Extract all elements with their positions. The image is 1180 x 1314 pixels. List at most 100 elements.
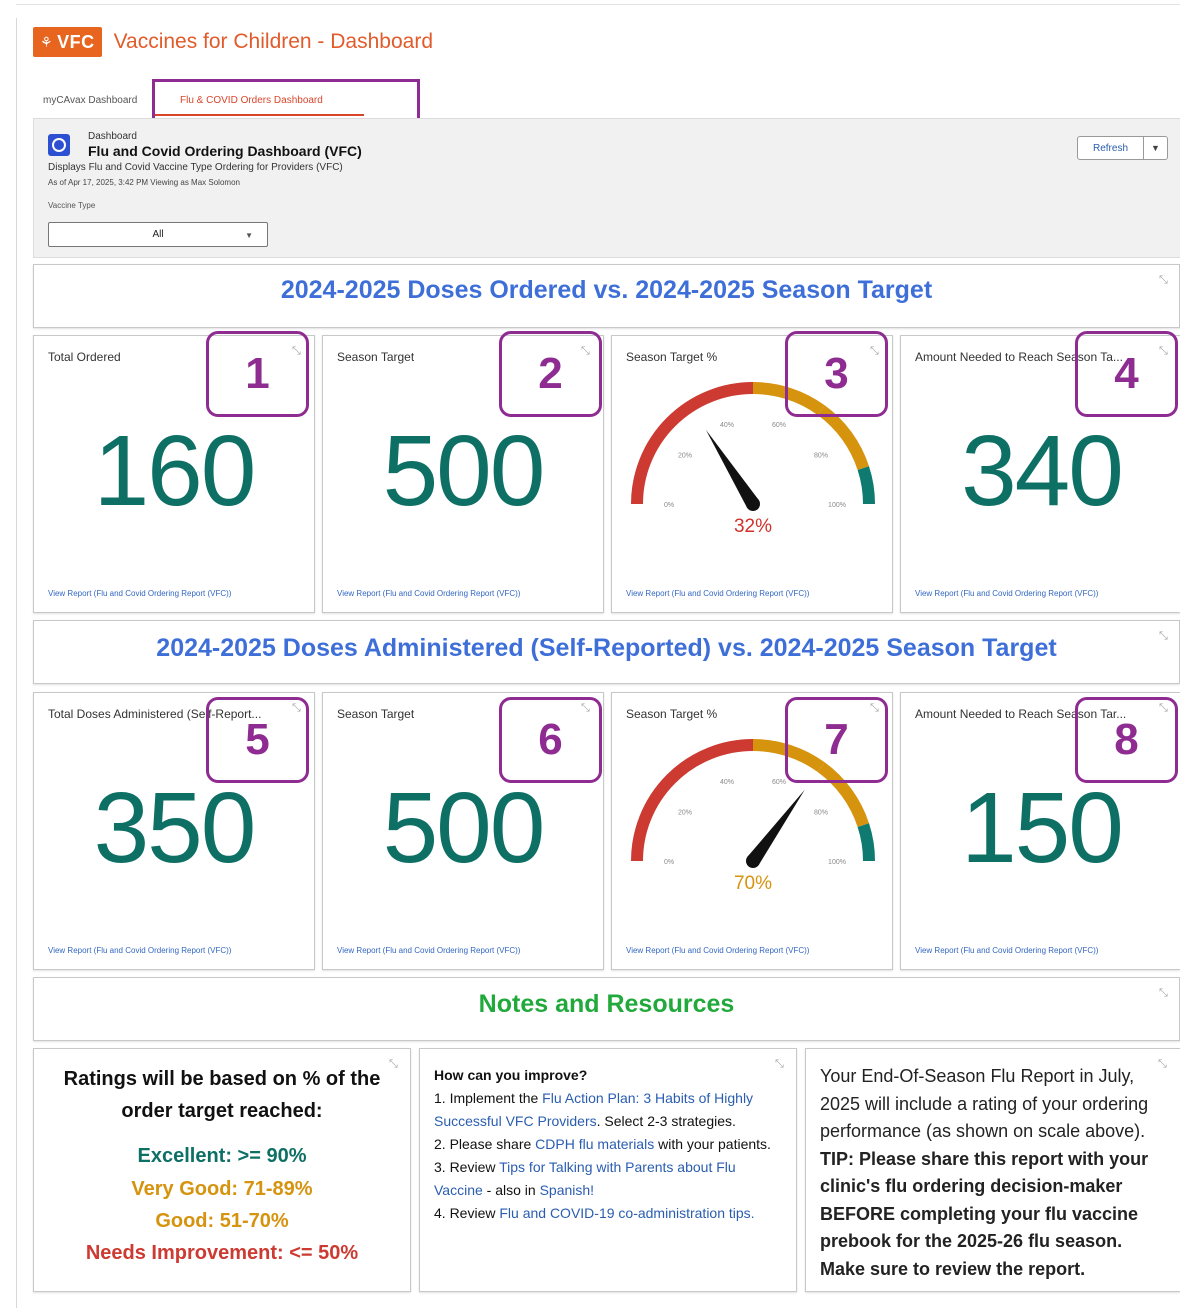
dashboard-icon bbox=[48, 134, 70, 156]
flower-icon: ⚘ bbox=[40, 33, 54, 50]
annotation-badge-5: 5 bbox=[206, 697, 309, 783]
expand-icon[interactable]: ⤡ bbox=[1159, 988, 1168, 999]
notes-section-header: Notes and Resources ⤡ bbox=[33, 977, 1180, 1041]
view-report-link[interactable]: View Report (Flu and Covid Ordering Repo… bbox=[626, 946, 809, 955]
metric-value: 500 bbox=[382, 772, 546, 884]
view-report-link[interactable]: View Report (Flu and Covid Ordering Repo… bbox=[915, 589, 1098, 598]
improve-item-1: 1. Implement the Flu Action Plan: 3 Habi… bbox=[434, 1087, 778, 1133]
gauge-needle bbox=[747, 789, 805, 866]
improve-item-4: 4. Review Flu and COVID-19 co-administra… bbox=[434, 1202, 778, 1225]
gauge-tick-label: 40% bbox=[720, 422, 734, 429]
gauge-tick-label: 60% bbox=[772, 422, 786, 429]
gauge-needle bbox=[705, 429, 759, 508]
gauge-tick-label: 20% bbox=[678, 453, 692, 460]
app-title: Vaccines for Children - Dashboard bbox=[113, 30, 433, 53]
gauge-tick-label: 80% bbox=[814, 453, 828, 460]
ordered-section-title: 2024-2025 Doses Ordered vs. 2024-2025 Se… bbox=[280, 276, 933, 304]
annotation-badge-6: 6 bbox=[499, 697, 602, 783]
vaccine-type-select[interactable]: All ▼ bbox=[48, 222, 268, 247]
chevron-down-icon: ▼ bbox=[1151, 143, 1160, 153]
card-label: Season Target bbox=[337, 350, 415, 364]
view-report-link[interactable]: View Report (Flu and Covid Ordering Repo… bbox=[337, 946, 520, 955]
gauge-band-needs-improvement bbox=[631, 739, 754, 862]
tab-mycavax-dashboard[interactable]: myCAvax Dashboard bbox=[40, 95, 152, 116]
top-divider bbox=[16, 4, 1180, 5]
rating-very-good: Very Good: 71-89% bbox=[131, 1178, 313, 1200]
expand-icon[interactable]: ⤡ bbox=[1159, 631, 1168, 642]
left-divider bbox=[16, 18, 17, 1308]
gauge-band-excellent bbox=[857, 823, 875, 862]
gauge-needle-hub bbox=[746, 854, 760, 868]
item-text: 1. Implement the bbox=[434, 1090, 543, 1106]
annotation-badge-4: 4 bbox=[1075, 331, 1178, 417]
gauge-tick-label: 20% bbox=[678, 810, 692, 817]
view-report-link[interactable]: View Report (Flu and Covid Ordering Repo… bbox=[626, 589, 809, 598]
report-panel: ⤡ Your End-Of-Season Flu Report in July,… bbox=[805, 1048, 1180, 1292]
gauge-band-excellent bbox=[857, 466, 875, 505]
item-text: 3. Review bbox=[434, 1159, 500, 1175]
item-text: with your patients. bbox=[654, 1136, 771, 1152]
improve-item-3: 3. Review Tips for Talking with Parents … bbox=[434, 1156, 778, 1202]
gauge-tick-label: 100% bbox=[828, 859, 846, 866]
annotation-badge-2: 2 bbox=[499, 331, 602, 417]
dashboard-description: Displays Flu and Covid Vaccine Type Orde… bbox=[48, 162, 343, 173]
view-report-link[interactable]: View Report (Flu and Covid Ordering Repo… bbox=[48, 946, 231, 955]
cdph-flu-materials-link[interactable]: CDPH flu materials bbox=[535, 1136, 654, 1152]
rating-good: Good: 51-70% bbox=[155, 1210, 289, 1232]
improve-heading: How can you improve? bbox=[434, 1067, 588, 1083]
report-paragraph: Your End-Of-Season Flu Report in July, 2… bbox=[820, 1066, 1149, 1141]
view-report-link[interactable]: View Report (Flu and Covid Ordering Repo… bbox=[337, 589, 520, 598]
metric-value: 150 bbox=[961, 772, 1124, 884]
metric-value: 160 bbox=[93, 415, 257, 527]
annotation-badge-8: 8 bbox=[1075, 697, 1178, 783]
metric-value: 350 bbox=[93, 772, 257, 884]
rating-excellent: Excellent: >= 90% bbox=[137, 1145, 307, 1167]
annotation-badge-3: 3 bbox=[785, 331, 888, 417]
ratings-panel: ⤡ Ratings will be based on % of the orde… bbox=[33, 1048, 411, 1292]
gauge-value: 32% bbox=[734, 516, 772, 537]
item-text: - also in bbox=[482, 1182, 540, 1198]
ratings-title: Ratings will be based on % of the order … bbox=[63, 1068, 381, 1122]
annotation-badge-7: 7 bbox=[785, 697, 888, 783]
item-text: 4. Review bbox=[434, 1205, 500, 1221]
gauge-value: 70% bbox=[734, 873, 772, 894]
dashboard-title: Flu and Covid Ordering Dashboard (VFC) bbox=[88, 143, 362, 159]
gauge-band-needs-improvement bbox=[631, 382, 754, 505]
chevron-down-icon: ▼ bbox=[245, 231, 253, 240]
annotation-badge-1: 1 bbox=[206, 331, 309, 417]
gauge-tick-label: 0% bbox=[664, 859, 674, 866]
co-administration-tips-link[interactable]: Flu and COVID-19 co-administration tips. bbox=[499, 1205, 754, 1221]
dashboard-info-panel: Dashboard Flu and Covid Ordering Dashboa… bbox=[33, 118, 1180, 258]
notes-section-title: Notes and Resources bbox=[478, 990, 735, 1018]
dashboard-as-of: As of Apr 17, 2025, 3:42 PM Viewing as M… bbox=[48, 178, 240, 187]
report-tip: TIP: Please share this report with your … bbox=[820, 1148, 1149, 1279]
vaccine-type-value: All bbox=[152, 229, 164, 240]
card-label: Season Target bbox=[337, 707, 415, 721]
spanish-link[interactable]: Spanish! bbox=[540, 1182, 594, 1198]
improve-item-2: 2. Please share CDPH flu materials with … bbox=[434, 1133, 778, 1156]
expand-icon[interactable]: ⤡ bbox=[1159, 275, 1168, 286]
administered-section-header: 2024-2025 Doses Administered (Self-Repor… bbox=[33, 620, 1180, 684]
gauge-tick-label: 40% bbox=[720, 779, 734, 786]
vfc-logo: ⚘ VFC bbox=[33, 27, 102, 57]
ordered-section-header: 2024-2025 Doses Ordered vs. 2024-2025 Se… bbox=[33, 264, 1180, 328]
view-report-link[interactable]: View Report (Flu and Covid Ordering Repo… bbox=[48, 589, 231, 598]
improve-text: How can you improve? 1. Implement the Fl… bbox=[434, 1064, 778, 1225]
refresh-menu-button[interactable]: ▼ bbox=[1144, 136, 1168, 160]
refresh-button[interactable]: Refresh bbox=[1077, 136, 1144, 160]
item-text: 2. Please share bbox=[434, 1136, 536, 1152]
dashboard-kicker: Dashboard bbox=[88, 131, 137, 142]
gauge-tick-label: 80% bbox=[814, 810, 828, 817]
gauge-tick-label: 0% bbox=[664, 502, 674, 509]
administered-section-title: 2024-2025 Doses Administered (Self-Repor… bbox=[156, 634, 1057, 662]
gauge-tick-label: 60% bbox=[772, 779, 786, 786]
card-label: Total Ordered bbox=[48, 350, 121, 364]
view-report-link[interactable]: View Report (Flu and Covid Ordering Repo… bbox=[915, 946, 1098, 955]
logo-text: VFC bbox=[57, 31, 95, 52]
improve-panel: ⤡ How can you improve? 1. Implement the … bbox=[419, 1048, 797, 1292]
gauge-needle-hub bbox=[746, 497, 760, 511]
item-text: . Select 2-3 strategies. bbox=[596, 1113, 736, 1129]
rating-needs-improvement: Needs Improvement: <= 50% bbox=[85, 1242, 359, 1264]
metric-value: 340 bbox=[961, 415, 1124, 527]
metric-value: 500 bbox=[382, 415, 546, 527]
